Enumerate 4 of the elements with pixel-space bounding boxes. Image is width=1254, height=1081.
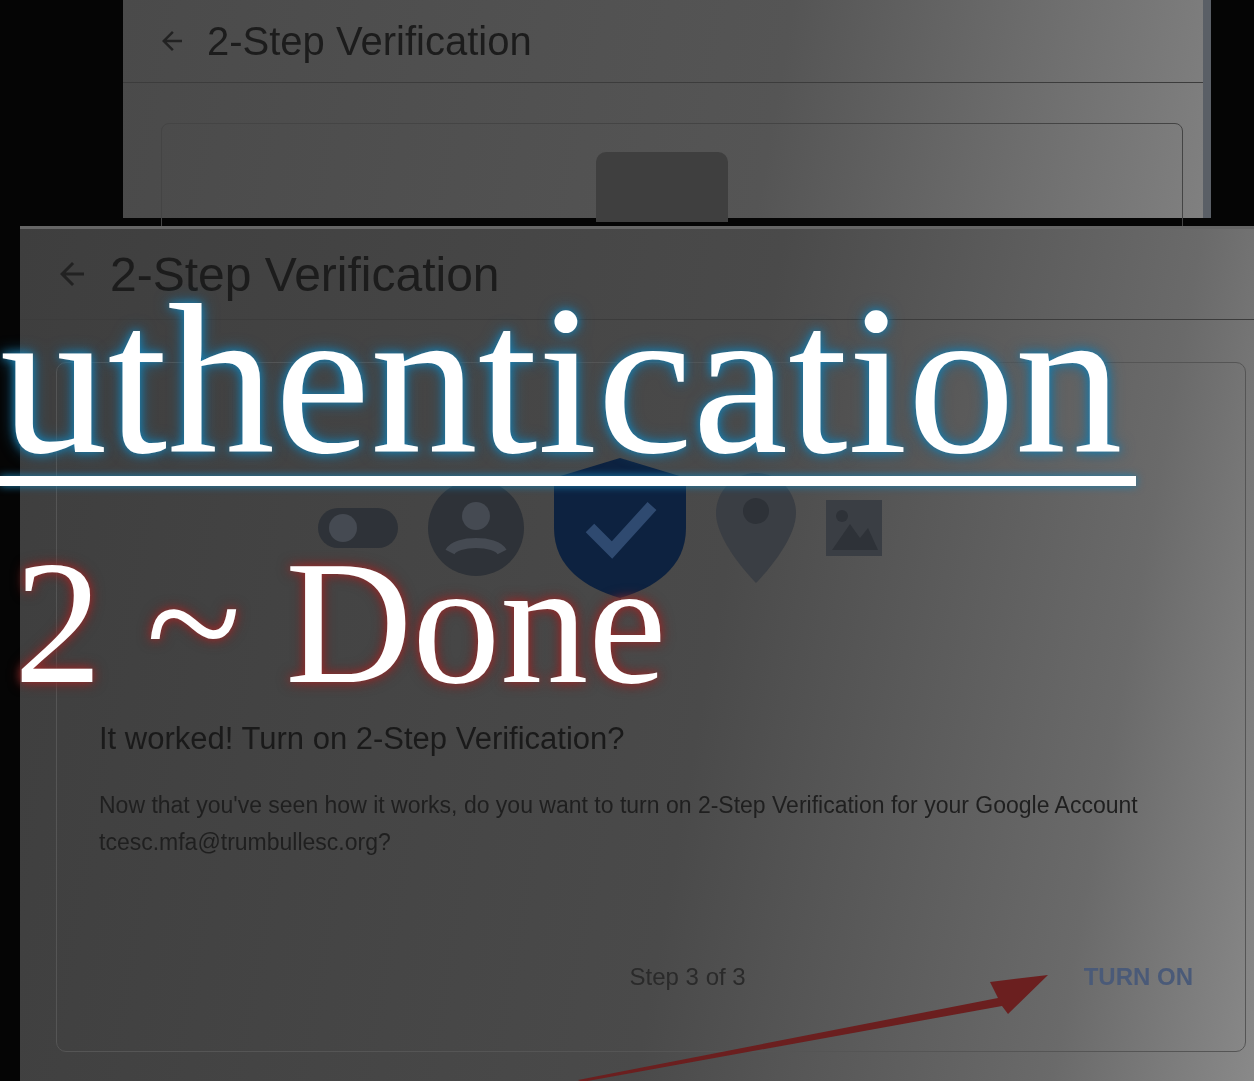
subtitle-text: 2 ~ Done (14, 558, 667, 688)
headline-text: uthentication (0, 305, 1123, 455)
phone-icon (596, 152, 728, 222)
image-icon (826, 500, 882, 556)
